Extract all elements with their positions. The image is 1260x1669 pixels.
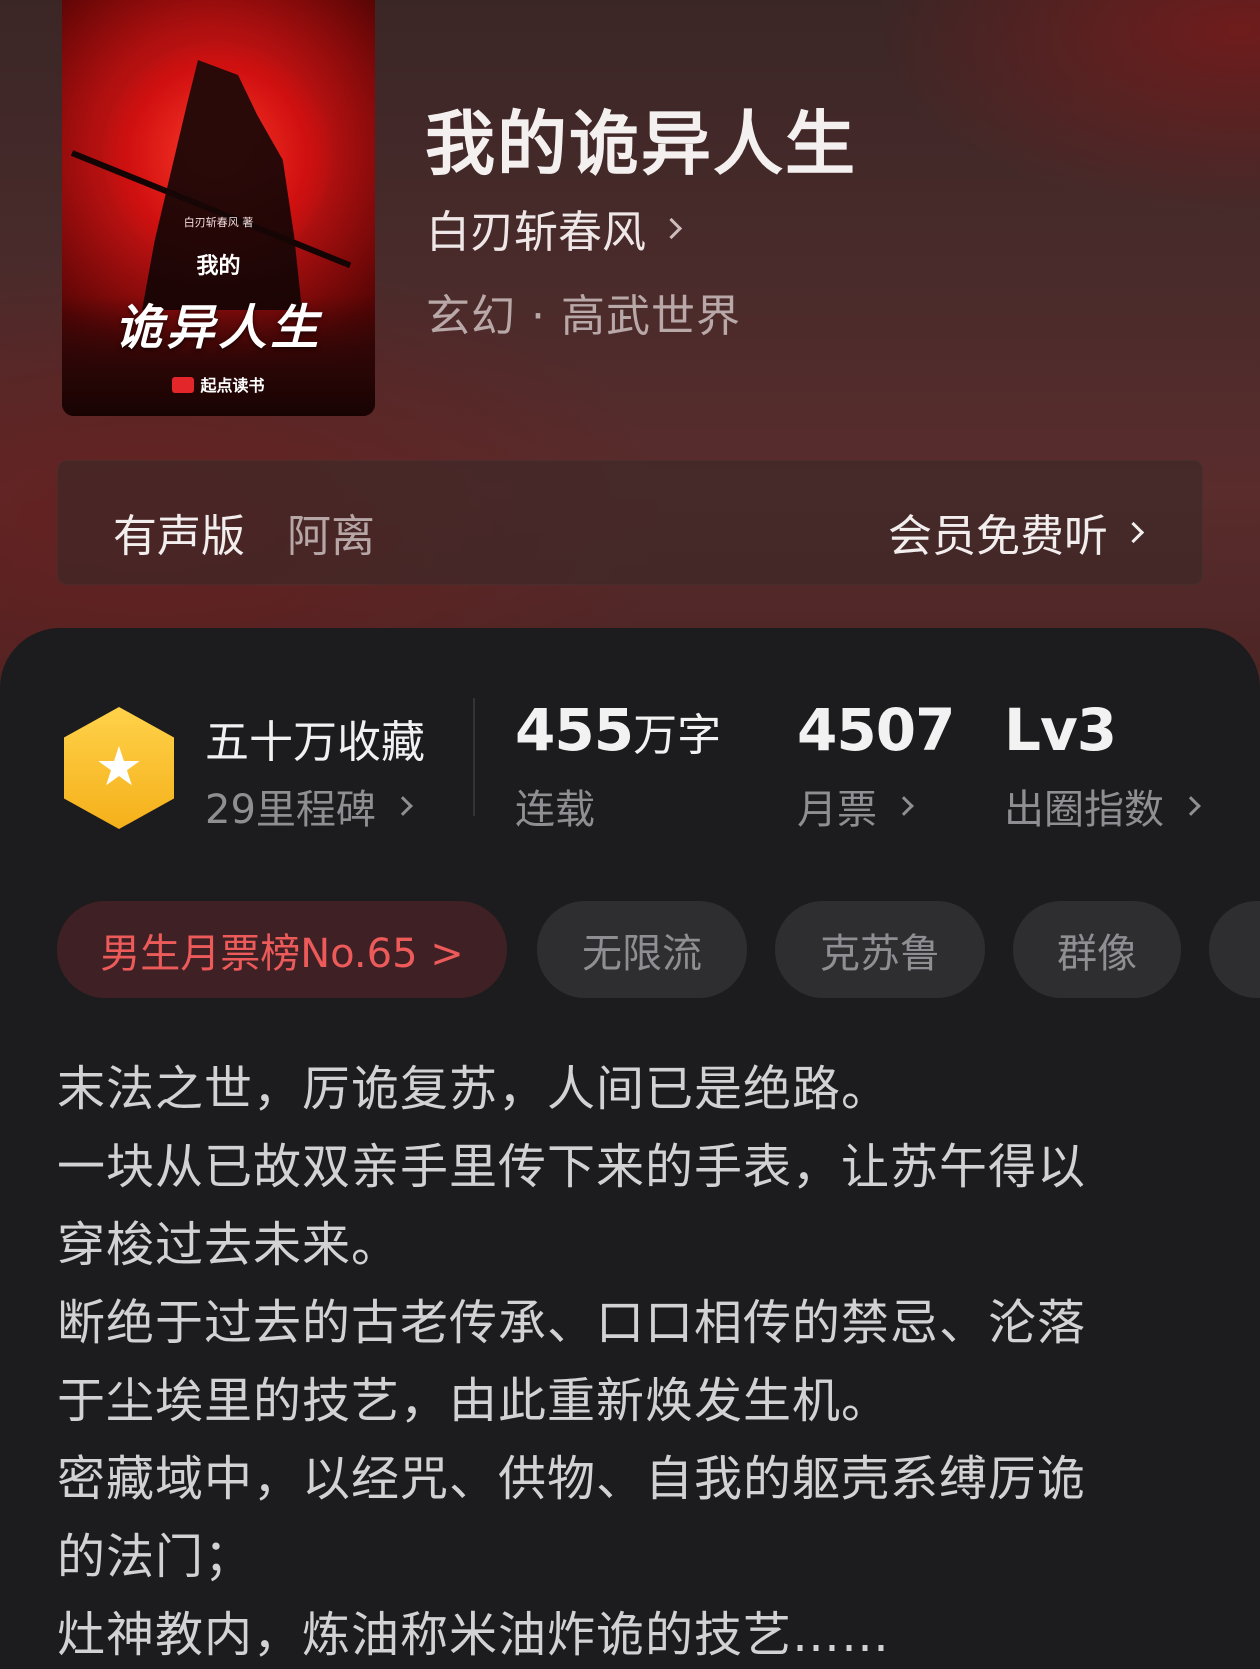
- cover-brand-label: 起点读书: [200, 376, 265, 395]
- author-link[interactable]: 白刃斩春风: [426, 196, 683, 260]
- book-genre: 玄幻 · 高武世界: [426, 291, 741, 342]
- audio-narrator: 阿离: [287, 511, 375, 562]
- synopsis-line: 的法门；: [57, 1529, 254, 1585]
- rank-tag[interactable]: 男生月票榜No.65 >: [57, 901, 507, 998]
- collection-title[interactable]: 五十万收藏: [205, 706, 425, 770]
- monthly-votes-link[interactable]: 月票: [797, 777, 914, 835]
- serial-status: 连载: [515, 777, 595, 835]
- milestone-label: 29里程碑: [205, 787, 376, 833]
- monthly-votes-count: 4507: [797, 696, 955, 764]
- cover-author: 白刃斩春风 著: [183, 216, 254, 229]
- member-free-listen-button[interactable]: 会员免费听: [888, 500, 1145, 564]
- cover-brand: 起点读书: [62, 372, 375, 396]
- tag-item[interactable]: 无限流: [537, 901, 747, 998]
- synopsis-line: 末法之世，厉诡复苏，人间已是绝路。: [57, 1061, 891, 1117]
- cover-title-small: 我的: [196, 253, 241, 279]
- serial-status-label: 连载: [515, 787, 595, 833]
- chevron-right-icon: [393, 796, 413, 816]
- star-hexagon-icon: ★: [94, 735, 144, 798]
- word-count: 455万字: [515, 696, 721, 764]
- word-count-number: 455: [515, 696, 634, 764]
- word-count-unit: 万字: [633, 710, 722, 761]
- influence-link[interactable]: 出圈指数: [1004, 777, 1201, 835]
- synopsis-line: 断绝于过去的古老传承、口口相传的禁忌、沦落: [57, 1295, 1087, 1351]
- cover-title: 诡异人生: [114, 300, 323, 356]
- synopsis-line: 于尘埃里的技艺，由此重新焕发生机。: [57, 1373, 891, 1429]
- milestone-link[interactable]: 29里程碑: [205, 777, 413, 835]
- influence-label: 出圈指数: [1004, 787, 1164, 833]
- chevron-right-icon: [1122, 521, 1145, 543]
- book-cover[interactable]: 白刃斩春风 著 我的 诡异人生 起点读书: [62, 0, 375, 416]
- audio-label: 有声版: [113, 511, 245, 562]
- qidian-logo-icon: [172, 377, 195, 393]
- chevron-right-icon: [1181, 796, 1201, 816]
- chevron-right-icon: [894, 796, 914, 816]
- chevron-right-icon: [660, 217, 683, 239]
- member-free-listen-label: 会员免费听: [888, 511, 1108, 562]
- tag-item[interactable]: 克苏鲁: [775, 901, 985, 998]
- synopsis-line: 密藏域中，以经咒、供物、自我的躯壳系缚厉诡: [57, 1451, 1087, 1507]
- monthly-votes-label: 月票: [797, 787, 877, 833]
- synopsis[interactable]: 末法之世，厉诡复苏，人间已是绝路。 一块从已故双亲手里传下来的手表，让苏午得以 …: [57, 1050, 1177, 1669]
- synopsis-line: 穿梭过去未来。: [57, 1217, 401, 1273]
- author-name: 白刃斩春风: [426, 207, 646, 258]
- synopsis-line: 灶神教内，炼油称米油炸诡的技艺……: [57, 1607, 891, 1663]
- influence-level: Lv3: [1004, 696, 1117, 764]
- synopsis-line: 一块从已故双亲手里传下来的手表，让苏午得以: [57, 1139, 1087, 1195]
- book-title: 我的诡异人生: [425, 102, 857, 185]
- tag-item[interactable]: 群像: [1013, 901, 1181, 998]
- stats-divider: [473, 698, 475, 816]
- audio-edition-bar[interactable]: 有声版 阿离 会员免费听: [57, 460, 1203, 585]
